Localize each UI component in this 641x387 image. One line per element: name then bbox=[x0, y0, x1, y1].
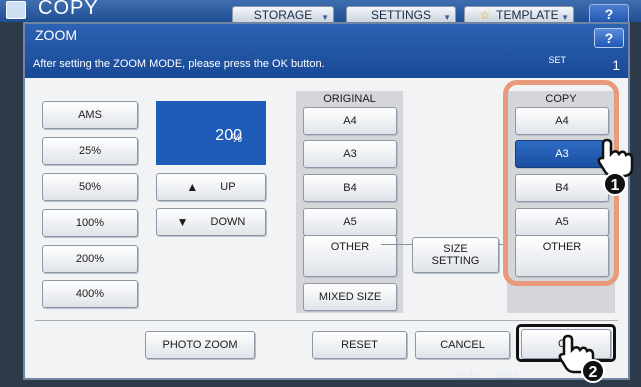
tab-storage-label: STORAGE bbox=[253, 8, 313, 22]
original-a5-button[interactable]: A5 bbox=[303, 208, 397, 236]
app-bar: COPY STORAGE ▼ SETTINGS ▼ ☆ TEMPLATE ▼ ? bbox=[0, 0, 641, 24]
original-label: ORIGINAL bbox=[323, 93, 376, 105]
zoom-ams-button[interactable]: AMS bbox=[42, 101, 138, 129]
set-label: SET bbox=[548, 55, 566, 65]
original-a4-button[interactable]: A4 bbox=[303, 107, 397, 135]
size-setting-line2: SETTING bbox=[431, 255, 480, 267]
footer-divider bbox=[35, 320, 618, 321]
cancel-button[interactable]: CANCEL bbox=[415, 331, 510, 359]
tab-arrow-icon: ▼ bbox=[443, 13, 451, 22]
clock: 09:30 bbox=[455, 370, 478, 380]
dialog-title: ZOOM bbox=[35, 27, 77, 43]
dialog-help-button[interactable]: ? bbox=[594, 28, 624, 48]
status-bar: 09:30 JOB S bbox=[455, 370, 520, 380]
reset-button[interactable]: RESET bbox=[312, 331, 407, 359]
size-setting-button[interactable]: SIZE SETTING bbox=[412, 237, 499, 273]
zoom-up-button[interactable]: ▲ UP bbox=[156, 173, 266, 201]
triangle-up-icon: ▲ bbox=[186, 180, 199, 194]
set-count: 1 bbox=[612, 57, 620, 73]
triangle-down-icon: ▼ bbox=[176, 215, 189, 229]
mixed-size-button[interactable]: MIXED SIZE bbox=[303, 283, 397, 311]
dialog-header: ZOOM ? After setting the ZOOM MODE, plea… bbox=[25, 24, 628, 78]
copy-mode-icon bbox=[6, 1, 26, 19]
dialog-message: After setting the ZOOM MODE, please pres… bbox=[33, 58, 325, 70]
zoom-25-button[interactable]: 25% bbox=[42, 137, 138, 165]
photo-zoom-button[interactable]: PHOTO ZOOM bbox=[145, 331, 255, 359]
zoom-50-button[interactable]: 50% bbox=[42, 173, 138, 201]
zoom-value-display: 200 % bbox=[156, 101, 266, 165]
original-other-button[interactable]: OTHER bbox=[303, 235, 397, 277]
tab-arrow-icon: ▼ bbox=[321, 13, 329, 22]
size-setting-line1: SIZE bbox=[443, 243, 468, 255]
zoom-dialog: ZOOM ? After setting the ZOOM MODE, plea… bbox=[23, 22, 630, 380]
job-status-label[interactable]: JOB S bbox=[494, 370, 520, 380]
tab-arrow-icon: ▼ bbox=[561, 13, 569, 22]
zoom-100-button[interactable]: 100% bbox=[42, 209, 138, 237]
help-button-top[interactable]: ? bbox=[589, 4, 629, 24]
zoom-400-button[interactable]: 400% bbox=[42, 280, 138, 308]
tab-settings-label: SETTINGS bbox=[370, 8, 431, 22]
down-label: DOWN bbox=[210, 216, 246, 228]
zoom-200-button[interactable]: 200% bbox=[42, 245, 138, 273]
original-a3-button[interactable]: A3 bbox=[303, 140, 397, 168]
step-2-badge: 2 bbox=[581, 359, 605, 383]
original-b4-button[interactable]: B4 bbox=[303, 174, 397, 202]
star-icon: ☆ bbox=[479, 8, 491, 22]
step-1-badge: 1 bbox=[603, 172, 627, 196]
copy-size-highlight bbox=[503, 80, 619, 286]
app-title: COPY bbox=[38, 0, 99, 19]
zoom-unit: % bbox=[231, 131, 242, 145]
up-label: UP bbox=[220, 181, 236, 193]
zoom-down-button[interactable]: ▼ DOWN bbox=[156, 208, 266, 236]
tab-template-label: TEMPLATE bbox=[496, 8, 559, 22]
